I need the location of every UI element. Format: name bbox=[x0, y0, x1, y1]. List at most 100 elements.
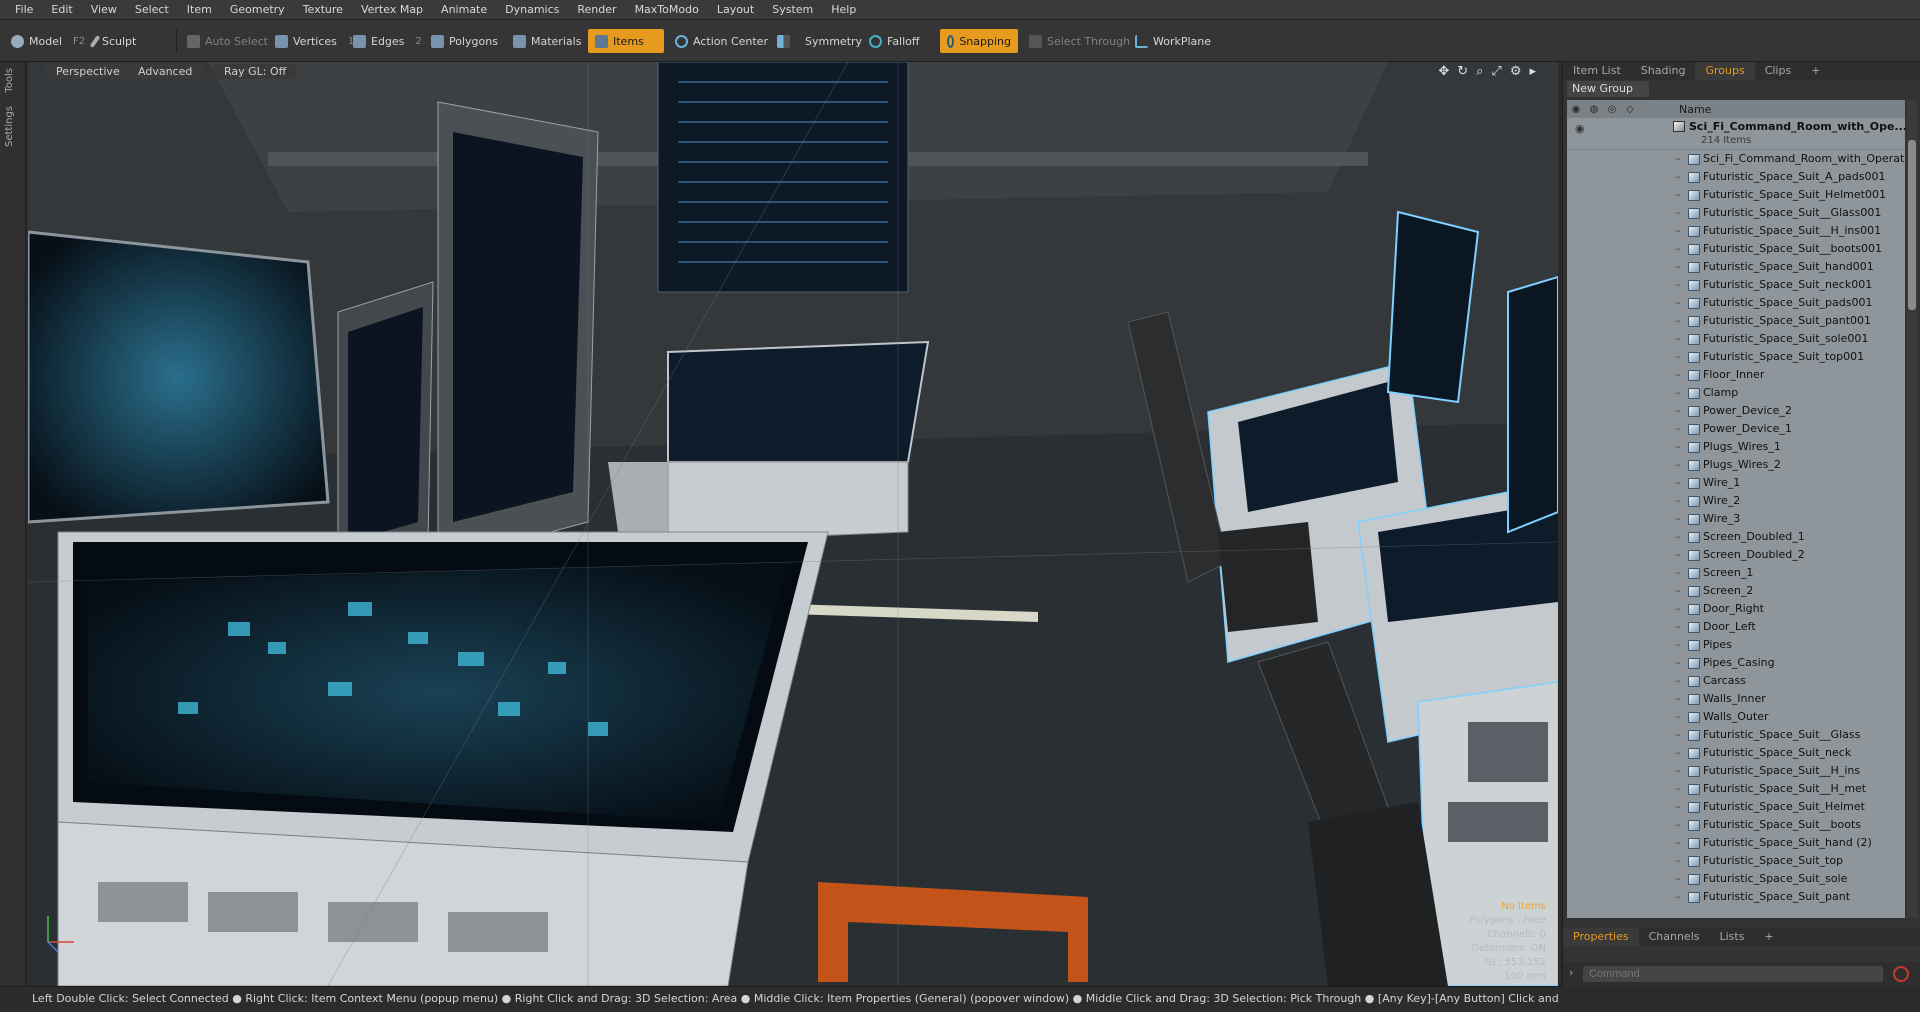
tab-channels[interactable]: Channels bbox=[1639, 928, 1710, 946]
command-history-button[interactable] bbox=[1893, 966, 1909, 982]
materials-button[interactable]: Materials bbox=[506, 29, 588, 53]
list-item[interactable]: – Futuristic_Space_Suit_hand001 bbox=[1567, 258, 1905, 276]
command-input[interactable] bbox=[1583, 966, 1883, 982]
menu-maxtomodo[interactable]: MaxToModo bbox=[626, 0, 708, 20]
list-item[interactable]: – Futuristic_Space_Suit_top001 bbox=[1567, 348, 1905, 366]
menu-file[interactable]: File bbox=[6, 0, 42, 20]
tab-advanced[interactable]: Advanced bbox=[128, 64, 203, 79]
scrollbar-thumb[interactable] bbox=[1908, 140, 1916, 310]
list-item[interactable]: – Door_Right bbox=[1567, 600, 1905, 618]
list-item[interactable]: – Sci_Fi_Command_Room_with_Operat ... bbox=[1567, 150, 1905, 168]
menu-item[interactable]: Item bbox=[178, 0, 221, 20]
tab-ray-gl[interactable]: Ray GL: Off bbox=[214, 64, 297, 79]
menu-layout[interactable]: Layout bbox=[708, 0, 763, 20]
move-view-icon[interactable]: ✥ bbox=[1438, 64, 1449, 79]
tab-item-list[interactable]: Item List bbox=[1563, 62, 1631, 80]
list-item[interactable]: – Futuristic_Space_Suit_Helmet001 bbox=[1567, 186, 1905, 204]
render-icon[interactable]: ◎ bbox=[1603, 104, 1621, 115]
list-item[interactable]: – Walls_Inner bbox=[1567, 690, 1905, 708]
list-item[interactable]: – Futuristic_Space_Suit_Helmet bbox=[1567, 798, 1905, 816]
list-item[interactable]: – Plugs_Wires_2 bbox=[1567, 456, 1905, 474]
tab-shading[interactable]: Shading bbox=[1631, 62, 1696, 80]
list-item[interactable]: – Futuristic_Space_Suit_pads001 bbox=[1567, 294, 1905, 312]
list-item[interactable]: – Futuristic_Space_Suit__Glass001 bbox=[1567, 204, 1905, 222]
list-item[interactable]: – Futuristic_Space_Suit__Glass bbox=[1567, 726, 1905, 744]
tab-properties[interactable]: Properties bbox=[1563, 928, 1639, 946]
list-item[interactable]: – Screen_Doubled_1 bbox=[1567, 528, 1905, 546]
list-item[interactable]: – Futuristic_Space_Suit_pant001 bbox=[1567, 312, 1905, 330]
list-item[interactable]: – Futuristic_Space_Suit__boots bbox=[1567, 816, 1905, 834]
list-item[interactable]: – Power_Device_1 bbox=[1567, 420, 1905, 438]
fit-view-icon[interactable]: ⤢ bbox=[1491, 64, 1501, 79]
eye-icon[interactable]: ◉ bbox=[1567, 104, 1585, 115]
tab-groups[interactable]: Groups bbox=[1695, 62, 1755, 80]
zoom-view-icon[interactable]: ⌕ bbox=[1476, 64, 1483, 79]
tab-lists[interactable]: Lists bbox=[1710, 928, 1755, 946]
3d-viewport[interactable]: Perspective Advanced Ray GL: Off ✥ ↻ ⌕ ⤢… bbox=[28, 62, 1558, 986]
add-property-tab-button[interactable]: + bbox=[1754, 928, 1783, 946]
items-button[interactable]: Items bbox=[588, 29, 664, 53]
snapping-button[interactable]: Snapping bbox=[940, 29, 1018, 53]
auto-select-button[interactable]: Auto Select bbox=[180, 29, 275, 53]
list-item[interactable]: – Pipes_Casing bbox=[1567, 654, 1905, 672]
list-item[interactable]: – Futuristic_Space_Suit_neck bbox=[1567, 744, 1905, 762]
list-item[interactable]: – Wire_1 bbox=[1567, 474, 1905, 492]
polygons-button[interactable]: Polygons bbox=[424, 29, 505, 53]
list-item[interactable]: – Screen_1 bbox=[1567, 564, 1905, 582]
menu-animate[interactable]: Animate bbox=[432, 0, 496, 20]
list-item[interactable]: – Futuristic_Space_Suit_hand (2) bbox=[1567, 834, 1905, 852]
list-item[interactable]: – Pipes bbox=[1567, 636, 1905, 654]
select-through-button[interactable]: Select Through bbox=[1022, 29, 1137, 53]
tab-perspective[interactable]: Perspective bbox=[46, 64, 130, 79]
list-item[interactable]: – Carcass bbox=[1567, 672, 1905, 690]
menu-render[interactable]: Render bbox=[568, 0, 625, 20]
lock-icon[interactable]: ◍ bbox=[1585, 104, 1603, 115]
menu-dynamics[interactable]: Dynamics bbox=[496, 0, 568, 20]
list-item[interactable]: – Walls_Outer bbox=[1567, 708, 1905, 726]
list-item[interactable]: – Futuristic_Space_Suit__H_met bbox=[1567, 780, 1905, 798]
list-item[interactable]: – Futuristic_Space_Suit_sole001 bbox=[1567, 330, 1905, 348]
list-item[interactable]: – Futuristic_Space_Suit_top bbox=[1567, 852, 1905, 870]
menu-system[interactable]: System bbox=[763, 0, 822, 20]
list-item[interactable]: – Futuristic_Space_Suit__boots001 bbox=[1567, 240, 1905, 258]
list-item[interactable]: – Futuristic_Space_Suit_pant bbox=[1567, 888, 1905, 906]
list-item[interactable]: – Futuristic_Space_Suit_sole bbox=[1567, 870, 1905, 888]
list-item[interactable]: – Power_Device_2 bbox=[1567, 402, 1905, 420]
menu-select[interactable]: Select bbox=[126, 0, 178, 20]
workplane-button[interactable]: WorkPlane bbox=[1128, 29, 1218, 53]
play-icon[interactable]: ▸ bbox=[1529, 64, 1536, 79]
scrollbar[interactable] bbox=[1907, 100, 1917, 918]
settings-tab[interactable]: Settings bbox=[4, 106, 15, 147]
list-item[interactable]: – Wire_3 bbox=[1567, 510, 1905, 528]
list-item[interactable]: – Futuristic_Space_Suit_neck001 bbox=[1567, 276, 1905, 294]
list-item[interactable]: – Futuristic_Space_Suit__H_ins001 bbox=[1567, 222, 1905, 240]
list-item[interactable]: – Screen_Doubled_2 bbox=[1567, 546, 1905, 564]
edges-button[interactable]: Edges 2 bbox=[346, 29, 429, 53]
tab-clips[interactable]: Clips bbox=[1755, 62, 1802, 80]
visibility-icon[interactable]: ◉ bbox=[1575, 122, 1585, 135]
list-item[interactable]: – Floor_Inner bbox=[1567, 366, 1905, 384]
new-group-button[interactable]: New Group bbox=[1567, 81, 1649, 97]
menu-view[interactable]: View bbox=[82, 0, 126, 20]
symmetry-button[interactable]: Symmetry bbox=[770, 29, 869, 53]
list-item[interactable]: – Futuristic_Space_Suit_A_pads001 bbox=[1567, 168, 1905, 186]
menu-texture[interactable]: Texture bbox=[294, 0, 352, 20]
falloff-button[interactable]: Falloff bbox=[862, 29, 926, 53]
tools-tab[interactable]: Tools bbox=[4, 68, 15, 93]
list-item[interactable]: – Clamp bbox=[1567, 384, 1905, 402]
sculpt-button[interactable]: Sculpt bbox=[86, 29, 143, 53]
menu-vertex-map[interactable]: Vertex Map bbox=[352, 0, 432, 20]
model-button[interactable]: Model F2 bbox=[4, 29, 92, 53]
list-item[interactable]: – Door_Left bbox=[1567, 618, 1905, 636]
menu-geometry[interactable]: Geometry bbox=[221, 0, 294, 20]
group-root-row[interactable]: ◉ Sci_Fi_Command_Room_with_Ope... 214 It… bbox=[1567, 118, 1905, 150]
gear-icon[interactable]: ⚙ bbox=[1510, 64, 1522, 79]
add-tab-button[interactable]: + bbox=[1801, 62, 1830, 80]
select-icon[interactable]: ◇ bbox=[1621, 104, 1639, 115]
rotate-view-icon[interactable]: ↻ bbox=[1457, 64, 1468, 79]
list-item[interactable]: – Plugs_Wires_1 bbox=[1567, 438, 1905, 456]
action-center-button[interactable]: Action Center bbox=[668, 29, 775, 53]
list-item[interactable]: – Screen_2 bbox=[1567, 582, 1905, 600]
list-item[interactable]: – Futuristic_Space_Suit__H_ins bbox=[1567, 762, 1905, 780]
menu-help[interactable]: Help bbox=[822, 0, 865, 20]
